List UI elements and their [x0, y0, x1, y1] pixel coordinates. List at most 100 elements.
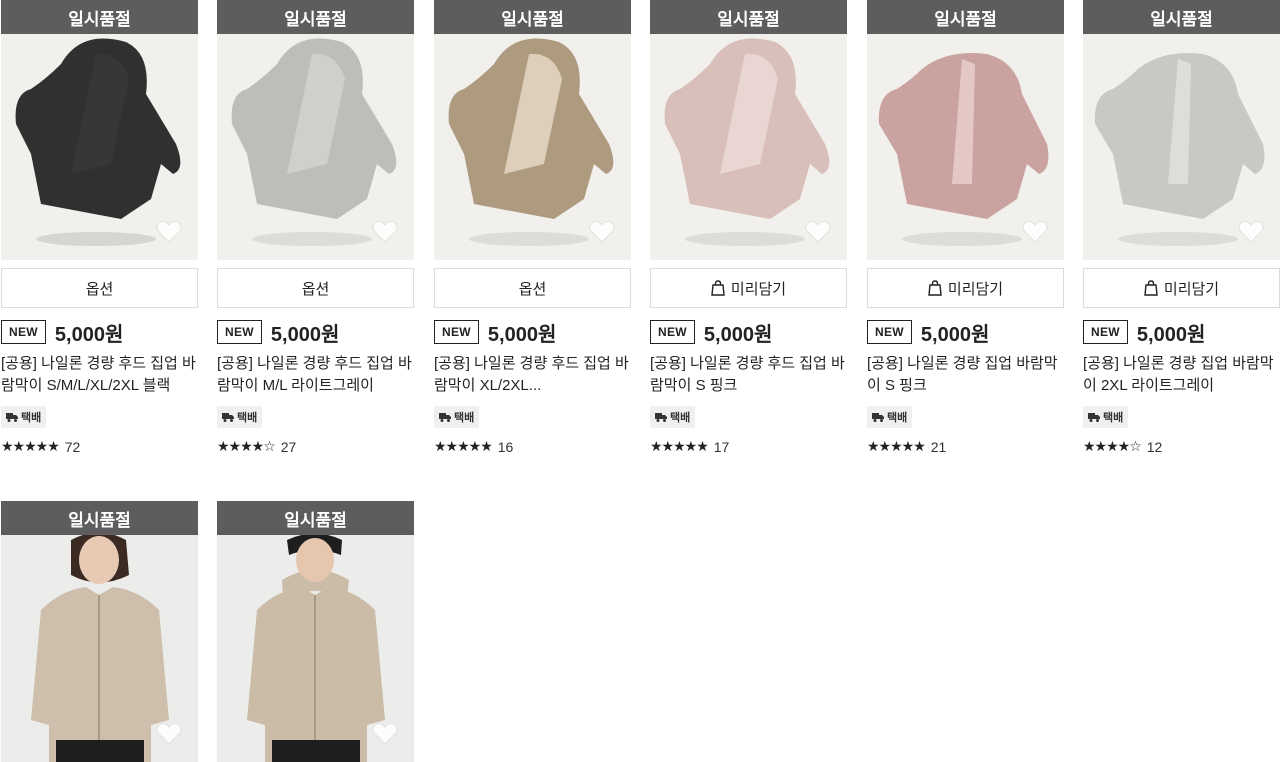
rating: ★★★★★ 21	[867, 438, 1064, 455]
shopping-bag-icon	[928, 280, 942, 296]
star-icons: ★★★★★	[1, 438, 60, 454]
review-count: 16	[497, 438, 514, 455]
product-title[interactable]: [공용] 나일론 경량 집업 바람막이 S 핑크	[867, 353, 1064, 397]
delivery-truck-icon	[655, 413, 667, 422]
shipping-badge: 택배	[1, 406, 47, 428]
delivery-truck-icon	[1088, 413, 1100, 422]
product-thumbnail[interactable]: 일시품절	[434, 0, 631, 260]
shopping-bag-icon	[1144, 280, 1158, 296]
price-row: NEW 5,000원	[434, 320, 631, 346]
shipping-badge: 택배	[867, 406, 913, 428]
new-tag: NEW	[1083, 320, 1128, 344]
wishlist-heart-icon[interactable]	[589, 220, 615, 244]
sold-out-badge: 일시품절	[867, 0, 1064, 34]
star-icons: ★★★★★	[434, 438, 493, 454]
wishlist-heart-icon[interactable]	[1238, 220, 1264, 244]
option-button-label: 옵션	[85, 280, 114, 298]
star-icons: ★★★★★	[650, 438, 709, 454]
product-card[interactable]: 일시품절 옵션 NEW 5,000원 [공용] 나일론 경량 후드 집업 바람막…	[217, 0, 414, 455]
preorder-button-label: 미리담기	[1163, 280, 1220, 298]
star-icons: ★★★★★	[867, 438, 926, 454]
product-card[interactable]: 일시품절 미리담기 NEW 5,000원 [공용] 나일론 경량 후드 집업 바…	[650, 0, 847, 455]
product-thumbnail[interactable]: 일시품절	[217, 0, 414, 260]
option-button[interactable]: 옵션	[217, 268, 414, 308]
new-tag: NEW	[217, 320, 262, 344]
shipping-label: 택배	[237, 412, 258, 424]
rating-stars: ★★★★★	[434, 438, 493, 455]
price-row: NEW 5,000원	[650, 320, 847, 346]
review-count: 27	[280, 438, 297, 455]
shipping-label: 택배	[670, 412, 691, 424]
shipping-label: 택배	[887, 412, 908, 424]
product-thumbnail[interactable]: 일시품절	[650, 0, 847, 260]
rating-stars: ★★★★☆	[1083, 438, 1142, 455]
preorder-button[interactable]: 미리담기	[867, 268, 1064, 308]
product-thumbnail[interactable]: 일시품절	[1, 0, 198, 260]
rating-stars: ★★★★★	[867, 438, 926, 455]
wishlist-heart-icon[interactable]	[372, 220, 398, 244]
product-thumbnail[interactable]: 일시품절	[217, 501, 414, 762]
product-card[interactable]: 일시품절	[1, 501, 198, 762]
wishlist-heart-icon[interactable]	[372, 722, 398, 746]
product-card[interactable]: 일시품절 미리담기 NEW 5,000원 [공용] 나일론 경량 집업 바람막이…	[1083, 0, 1280, 455]
option-button-label: 옵션	[301, 280, 330, 298]
product-price: 5,000원	[920, 323, 990, 346]
rating-stars: ★★★★★	[650, 438, 709, 455]
price-row: NEW 5,000원	[1083, 320, 1280, 346]
option-button[interactable]: 옵션	[1, 268, 198, 308]
review-count: 21	[930, 438, 947, 455]
rating: ★★★★☆ 27	[217, 438, 414, 455]
shipping-badge: 택배	[650, 406, 696, 428]
product-price: 5,000원	[270, 323, 340, 346]
product-title[interactable]: [공용] 나일론 경량 후드 집업 바람막이 S 핑크	[650, 353, 847, 397]
price-row: NEW 5,000원	[867, 320, 1064, 346]
preorder-button[interactable]: 미리담기	[650, 268, 847, 308]
shipping-label: 택배	[454, 412, 475, 424]
product-title[interactable]: [공용] 나일론 경량 후드 집업 바람막이 S/M/L/XL/2XL 블랙	[1, 353, 198, 397]
review-count: 72	[64, 438, 81, 455]
product-title[interactable]: [공용] 나일론 경량 후드 집업 바람막이 M/L 라이트그레이	[217, 353, 414, 397]
delivery-truck-icon	[6, 413, 18, 422]
sold-out-badge: 일시품절	[217, 0, 414, 34]
wishlist-heart-icon[interactable]	[1022, 220, 1048, 244]
new-tag: NEW	[1, 320, 46, 344]
product-thumbnail[interactable]: 일시품절	[867, 0, 1064, 260]
delivery-truck-icon	[222, 413, 234, 422]
product-price: 5,000원	[1136, 323, 1206, 346]
rating: ★★★★★ 16	[434, 438, 631, 455]
sold-out-badge: 일시품절	[1, 501, 198, 535]
delivery-truck-icon	[439, 413, 451, 422]
wishlist-heart-icon[interactable]	[805, 220, 831, 244]
shipping-label: 택배	[1103, 412, 1124, 424]
star-icons: ★★★★☆	[217, 438, 276, 454]
sold-out-badge: 일시품절	[434, 0, 631, 34]
sold-out-badge: 일시품절	[217, 501, 414, 535]
product-price: 5,000원	[487, 323, 557, 346]
shipping-badge: 택배	[217, 406, 263, 428]
star-icons: ★★★★☆	[1083, 438, 1142, 454]
preorder-button-label: 미리담기	[947, 280, 1004, 298]
product-thumbnail[interactable]: 일시품절	[1083, 0, 1280, 260]
new-tag: NEW	[867, 320, 912, 344]
wishlist-heart-icon[interactable]	[156, 722, 182, 746]
sold-out-badge: 일시품절	[650, 0, 847, 34]
product-card[interactable]: 일시품절 옵션 NEW 5,000원 [공용] 나일론 경량 후드 집업 바람막…	[1, 0, 198, 455]
new-tag: NEW	[434, 320, 479, 344]
product-card[interactable]: 일시품절	[217, 501, 414, 762]
shopping-bag-icon	[711, 280, 725, 296]
price-row: NEW 5,000원	[1, 320, 198, 346]
product-title[interactable]: [공용] 나일론 경량 후드 집업 바람막이 XL/2XL...	[434, 353, 631, 397]
product-card[interactable]: 일시품절 옵션 NEW 5,000원 [공용] 나일론 경량 후드 집업 바람막…	[434, 0, 631, 455]
rating: ★★★★☆ 12	[1083, 438, 1280, 455]
wishlist-heart-icon[interactable]	[156, 220, 182, 244]
option-button[interactable]: 옵션	[434, 268, 631, 308]
review-count: 12	[1146, 438, 1163, 455]
rating: ★★★★★ 17	[650, 438, 847, 455]
product-price: 5,000원	[703, 323, 773, 346]
product-thumbnail[interactable]: 일시품절	[1, 501, 198, 762]
new-tag: NEW	[650, 320, 695, 344]
review-count: 17	[713, 438, 730, 455]
product-title[interactable]: [공용] 나일론 경량 집업 바람막이 2XL 라이트그레이	[1083, 353, 1280, 397]
product-card[interactable]: 일시품절 미리담기 NEW 5,000원 [공용] 나일론 경량 집업 바람막이…	[867, 0, 1064, 455]
preorder-button[interactable]: 미리담기	[1083, 268, 1280, 308]
